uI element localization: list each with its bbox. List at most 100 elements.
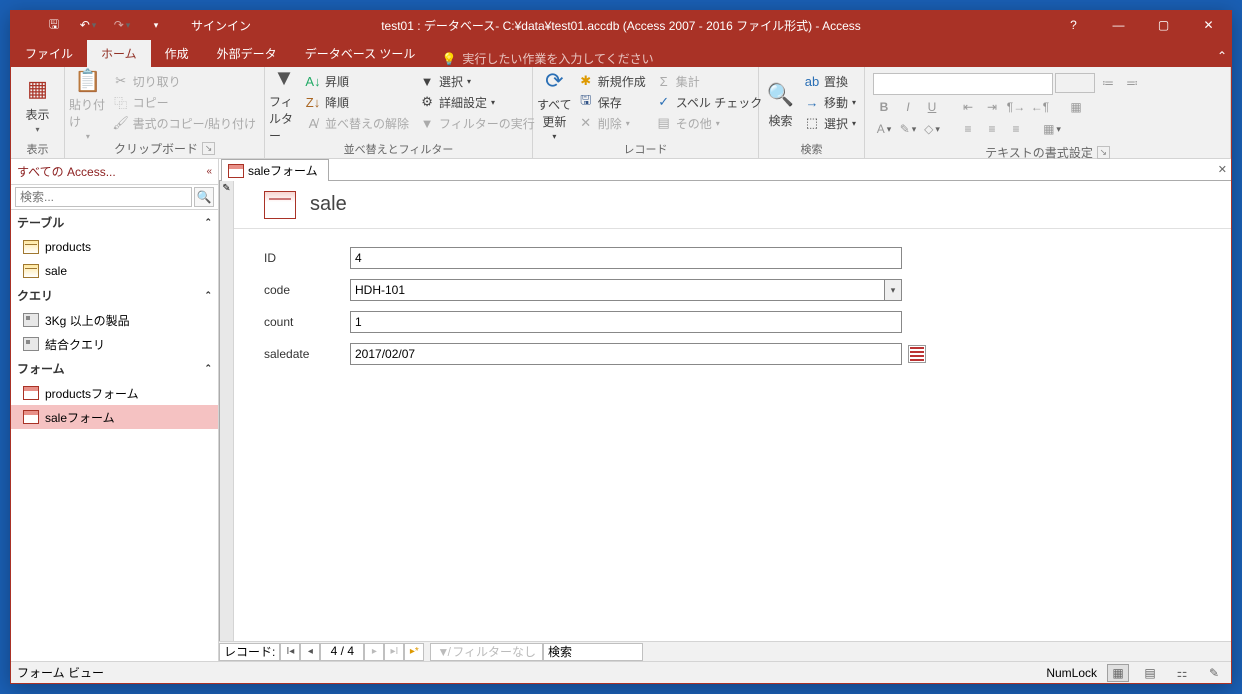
ribbon: ▦ 表示 ▾ 表示 📋 貼り付け ▾ ✂切り取り ⿻コピー 🖌書式のコピー/貼り…: [11, 67, 1231, 159]
field-id[interactable]: [350, 247, 902, 269]
nav-item-sale-form[interactable]: saleフォーム: [11, 405, 218, 429]
close-button[interactable]: ✕: [1186, 11, 1231, 39]
field-saledate[interactable]: [350, 343, 902, 365]
nav-group-forms[interactable]: フォーム⌃: [11, 356, 218, 381]
font-color-icon[interactable]: A: [873, 119, 895, 139]
rtl-icon[interactable]: ←¶: [1029, 97, 1051, 117]
nav-item-sale[interactable]: sale: [11, 259, 218, 283]
find-button[interactable]: 🔍 検索: [763, 71, 798, 137]
recnav-search-input[interactable]: [543, 643, 643, 661]
qat-customize-icon[interactable]: ▾: [141, 12, 171, 38]
tab-external-data[interactable]: 外部データ: [203, 40, 291, 67]
design-view-button[interactable]: ✎: [1203, 664, 1225, 682]
paste-button[interactable]: 📋 貼り付け ▾: [69, 71, 107, 137]
collapse-ribbon-icon[interactable]: ⌃: [1217, 49, 1227, 63]
underline-icon[interactable]: U: [921, 97, 943, 117]
more-button[interactable]: ▤その他 ▾: [652, 113, 767, 133]
nav-search-input[interactable]: [15, 187, 192, 207]
nav-search-icon[interactable]: 🔍: [194, 187, 214, 207]
nav-collapse-icon[interactable]: «: [206, 166, 212, 177]
filter-button[interactable]: ▼ フィルター: [269, 71, 299, 137]
content-area: すべての Access... « 🔍 テーブル⌃ products sale ク…: [11, 159, 1231, 661]
layout-view-button[interactable]: ⚏: [1171, 664, 1193, 682]
align-left-icon[interactable]: ≡: [957, 119, 979, 139]
nav-item-products-form[interactable]: productsフォーム: [11, 381, 218, 405]
goto-button[interactable]: →移動 ▾: [800, 92, 860, 112]
recnav-new-button[interactable]: ▸*: [404, 643, 424, 661]
clear-sort-button[interactable]: A̸並べ替えの解除: [301, 113, 413, 133]
format-painter-button[interactable]: 🖌書式のコピー/貼り付け: [109, 113, 260, 133]
doc-close-icon[interactable]: ✕: [1218, 163, 1227, 176]
gridlines-icon[interactable]: ▦: [1065, 97, 1087, 117]
selection-button[interactable]: ▼選択 ▾: [415, 71, 539, 91]
font-size-combo[interactable]: [1055, 73, 1095, 93]
help-button[interactable]: ?: [1051, 11, 1096, 39]
recnav-position[interactable]: 4 / 4: [320, 643, 364, 661]
italic-icon[interactable]: I: [897, 97, 919, 117]
bullets-icon[interactable]: ≔: [1097, 73, 1119, 93]
alt-row-color-icon[interactable]: ▦: [1041, 119, 1063, 139]
recnav-filter-toggle[interactable]: ▼̸フィルターなし: [430, 643, 543, 661]
nav-group-queries[interactable]: クエリ⌃: [11, 283, 218, 308]
tab-create[interactable]: 作成: [151, 40, 203, 67]
redo-button[interactable]: ↷: [107, 12, 137, 38]
field-count[interactable]: [350, 311, 902, 333]
save-icon[interactable]: 🖫: [39, 12, 69, 38]
totals-button[interactable]: Σ集計: [652, 71, 767, 91]
textfmt-launcher-icon[interactable]: ↘: [1097, 146, 1110, 159]
spelling-button[interactable]: ✓スペル チェック: [652, 92, 767, 112]
align-center-icon[interactable]: ≡: [981, 119, 1003, 139]
replace-button[interactable]: ab置換: [800, 71, 860, 91]
refresh-button[interactable]: ⟳ すべて 更新 ▾: [537, 71, 572, 137]
chevron-up-icon: ⌃: [204, 363, 212, 374]
undo-button[interactable]: ↶: [73, 12, 103, 38]
sort-desc-button[interactable]: Z↓降順: [301, 92, 413, 112]
clipboard-launcher-icon[interactable]: ↘: [202, 142, 215, 155]
form-view-button[interactable]: ▦: [1107, 664, 1129, 682]
maximize-button[interactable]: ▢: [1141, 11, 1186, 39]
numbering-icon[interactable]: ≕: [1121, 73, 1143, 93]
group-views-label: 表示: [15, 140, 60, 158]
nav-item-query-3kg[interactable]: 3Kg 以上の製品: [11, 308, 218, 332]
nav-item-products[interactable]: products: [11, 235, 218, 259]
cut-button[interactable]: ✂切り取り: [109, 71, 260, 91]
nav-header[interactable]: すべての Access... «: [11, 159, 218, 185]
tab-file[interactable]: ファイル: [11, 40, 87, 67]
font-name-combo[interactable]: [873, 73, 1053, 95]
indent-decrease-icon[interactable]: ⇤: [957, 97, 979, 117]
sort-asc-button[interactable]: A↓昇順: [301, 71, 413, 91]
select-button[interactable]: ⬚選択 ▾: [800, 113, 860, 133]
tab-home[interactable]: ホーム: [87, 40, 151, 67]
highlight-icon[interactable]: ✎: [897, 119, 919, 139]
record-selector[interactable]: ✎: [220, 181, 234, 641]
doc-tab-saleform[interactable]: saleフォーム: [221, 159, 329, 181]
nav-group-tables[interactable]: テーブル⌃: [11, 210, 218, 235]
advanced-button[interactable]: ⚙詳細設定 ▾: [415, 92, 539, 112]
bold-icon[interactable]: B: [873, 97, 895, 117]
toggle-filter-button[interactable]: ▼フィルターの実行: [415, 113, 539, 133]
recnav-label: レコード:: [219, 643, 280, 661]
copy-button[interactable]: ⿻コピー: [109, 92, 260, 112]
date-picker-icon[interactable]: [908, 345, 926, 363]
datasheet-view-button[interactable]: ▤: [1139, 664, 1161, 682]
delete-record-button[interactable]: ✕削除 ▾: [574, 113, 650, 133]
signin-link[interactable]: サインイン: [179, 17, 263, 34]
tab-database-tools[interactable]: データベース ツール: [291, 40, 430, 67]
save-record-button[interactable]: 🖫保存: [574, 92, 650, 112]
minimize-button[interactable]: —: [1096, 11, 1141, 39]
indent-increase-icon[interactable]: ⇥: [981, 97, 1003, 117]
tell-me[interactable]: 💡 実行したい作業を入力してください: [429, 50, 665, 67]
new-record-button[interactable]: ✱新規作成: [574, 71, 650, 91]
view-button[interactable]: ▦ 表示 ▾: [15, 71, 60, 137]
code-dropdown-button[interactable]: ▾: [884, 279, 902, 301]
fill-color-icon[interactable]: ◇: [921, 119, 943, 139]
recnav-next-button[interactable]: ▸: [364, 643, 384, 661]
align-right-icon[interactable]: ≡: [1005, 119, 1027, 139]
nav-item-query-join[interactable]: 結合クエリ: [11, 332, 218, 356]
recnav-last-button[interactable]: ▸I: [384, 643, 404, 661]
field-code[interactable]: [350, 279, 884, 301]
recnav-prev-button[interactable]: ◂: [300, 643, 320, 661]
selection-icon: ▼: [419, 73, 435, 89]
recnav-first-button[interactable]: I◂: [280, 643, 300, 661]
ltr-icon[interactable]: ¶→: [1005, 97, 1027, 117]
